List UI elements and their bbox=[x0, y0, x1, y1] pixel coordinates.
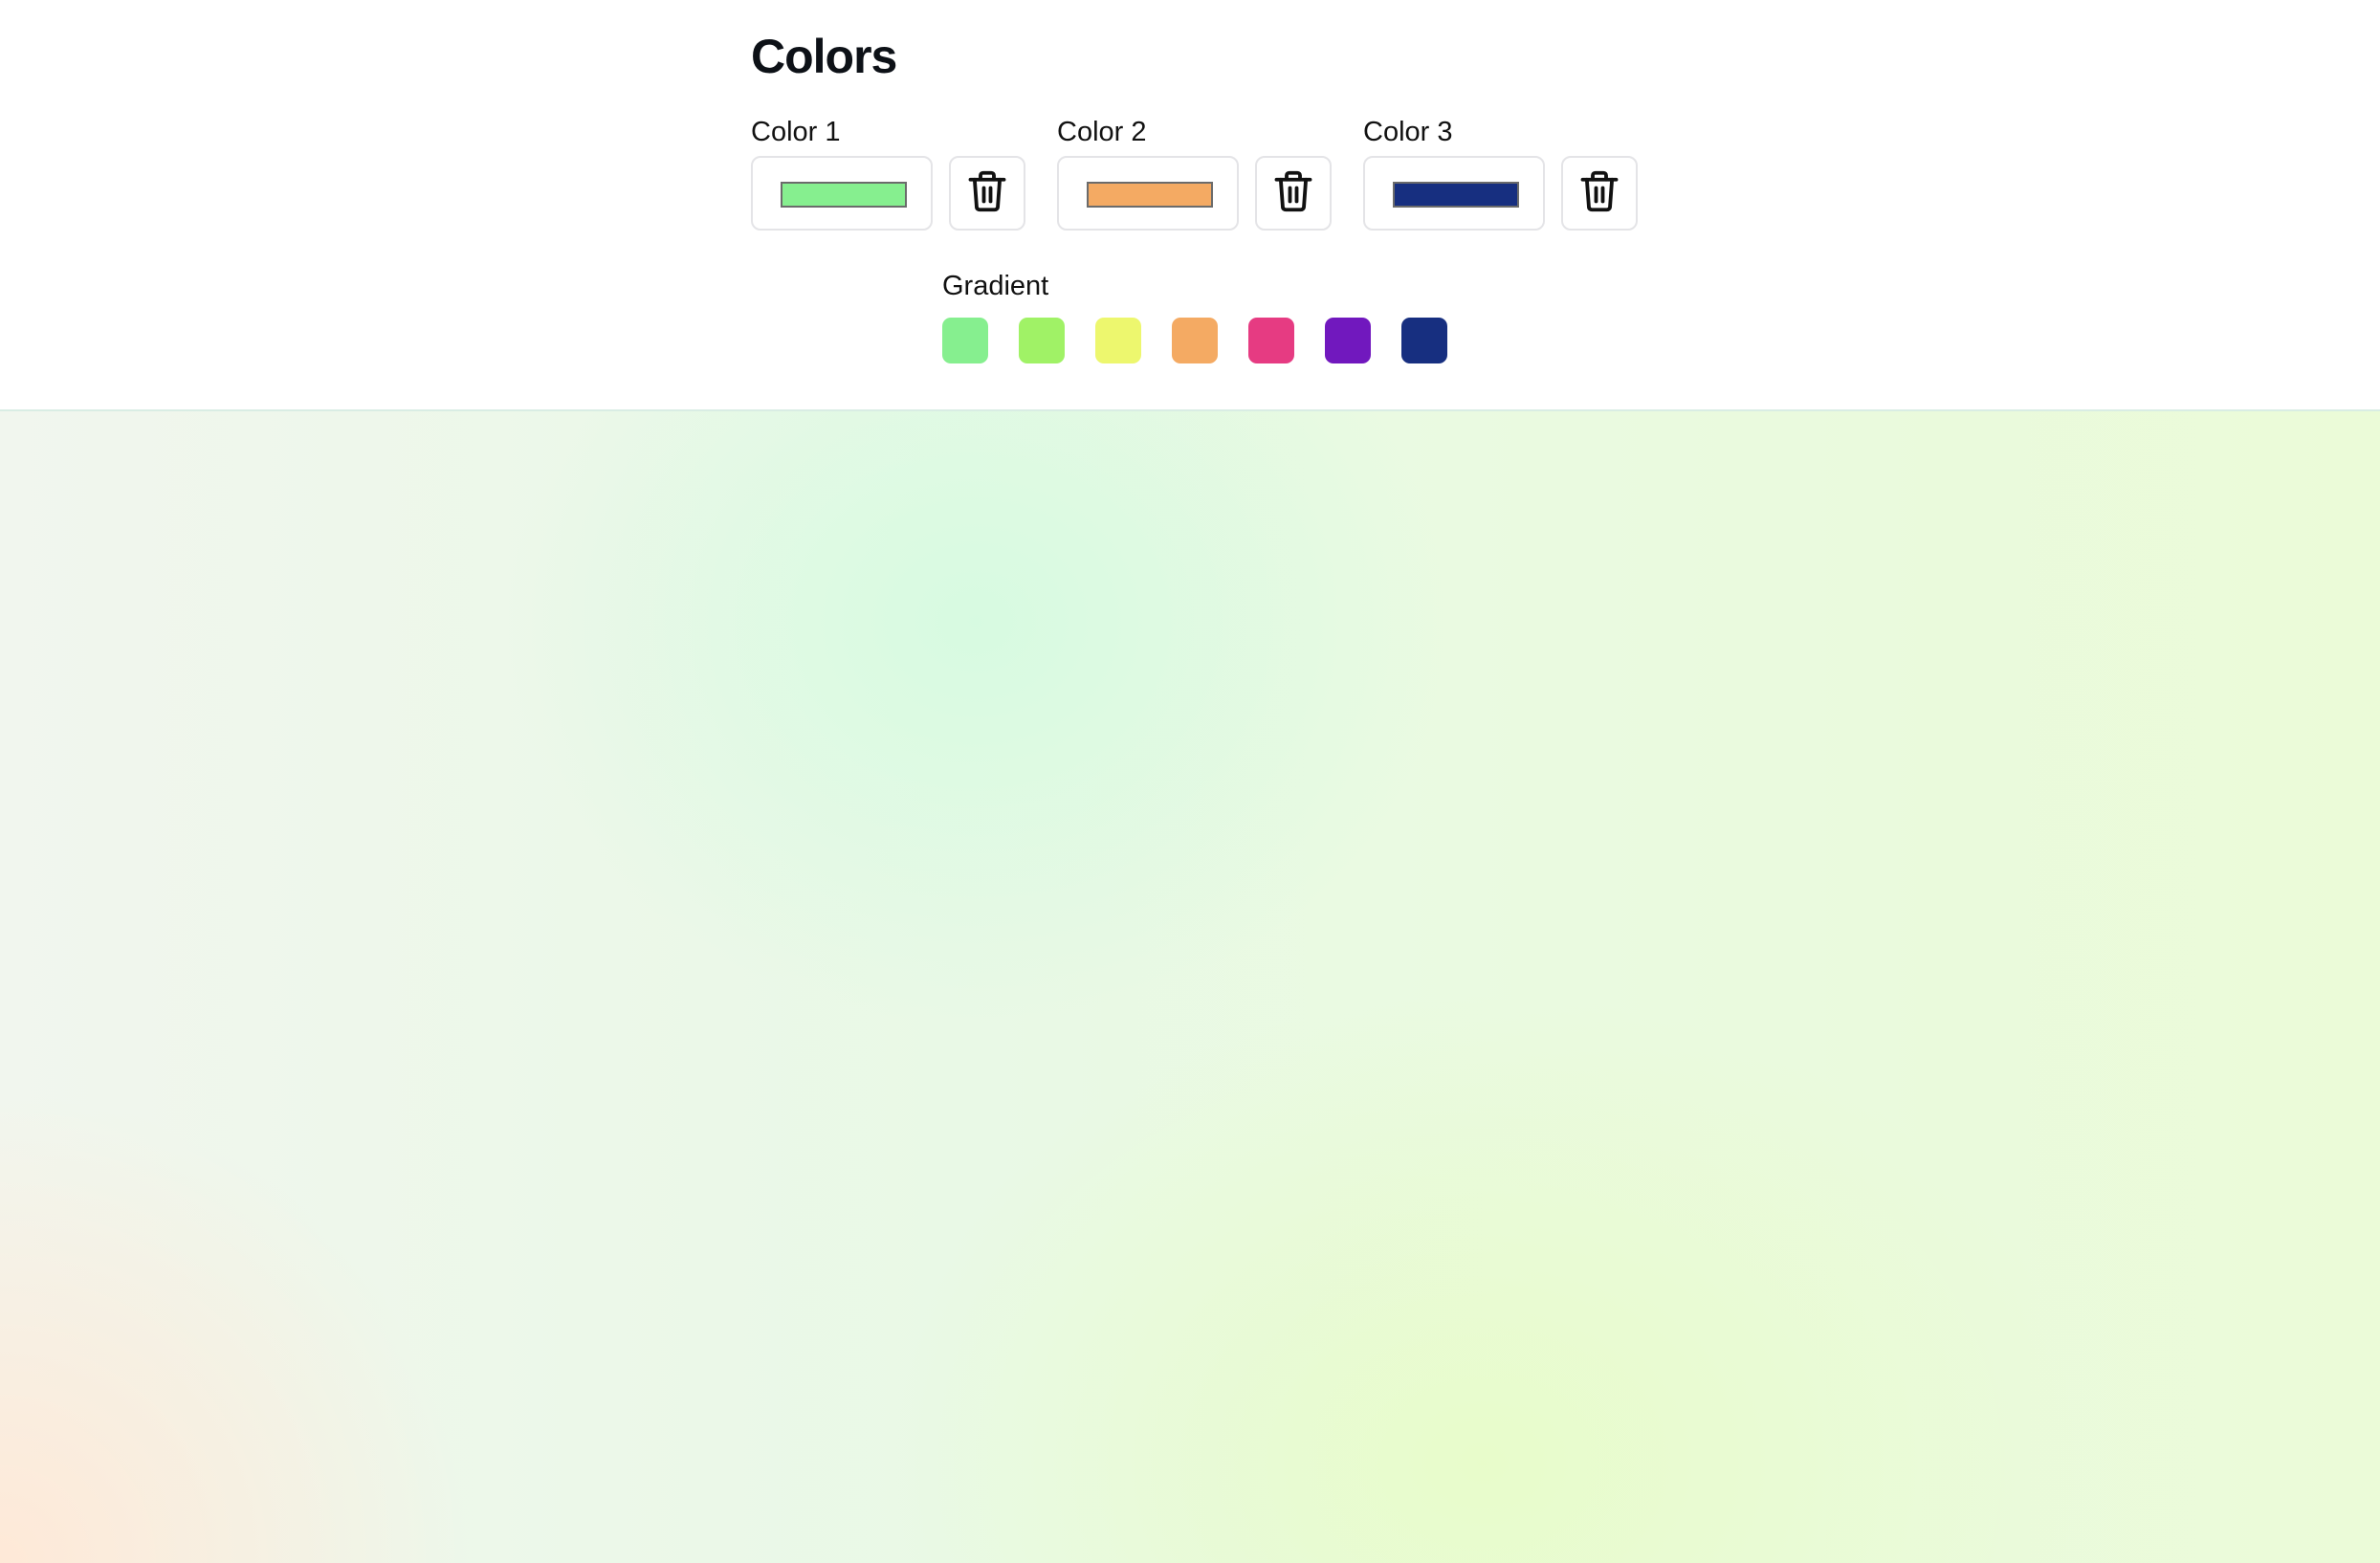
color-1-swatch bbox=[781, 182, 907, 208]
color-3-label: Color 3 bbox=[1363, 117, 1453, 147]
color-1-picker[interactable] bbox=[751, 156, 933, 231]
gradient-swatch bbox=[942, 318, 988, 363]
delete-color-3-button[interactable] bbox=[1561, 156, 1638, 231]
color-1-label: Color 1 bbox=[751, 117, 841, 147]
color-2-group: Color 2 bbox=[1057, 115, 1332, 231]
color-3-picker[interactable] bbox=[1363, 156, 1545, 231]
color-2-label: Color 2 bbox=[1057, 117, 1147, 147]
gradient-label: Gradient bbox=[942, 271, 1049, 301]
gradient-swatch bbox=[1019, 318, 1065, 363]
gradient-background bbox=[0, 411, 2380, 1563]
page-title: Colors bbox=[751, 30, 897, 83]
delete-color-1-button[interactable] bbox=[949, 156, 1025, 231]
color-1-group: Color 1 bbox=[751, 115, 1025, 231]
gradient-swatch bbox=[1401, 318, 1447, 363]
gradient-swatch bbox=[1248, 318, 1294, 363]
trash-icon bbox=[967, 169, 1007, 218]
gradient-swatch bbox=[1095, 318, 1141, 363]
gradient-swatch bbox=[1325, 318, 1371, 363]
color-2-picker[interactable] bbox=[1057, 156, 1239, 231]
delete-color-2-button[interactable] bbox=[1255, 156, 1332, 231]
trash-icon bbox=[1273, 169, 1313, 218]
gradient-swatch bbox=[1172, 318, 1218, 363]
colors-panel: Colors Color 1 Color 2 Color 3 Gradient bbox=[0, 0, 2380, 411]
color-3-group: Color 3 bbox=[1363, 115, 1638, 231]
color-2-swatch bbox=[1087, 182, 1213, 208]
trash-icon bbox=[1579, 169, 1620, 218]
color-3-swatch bbox=[1393, 182, 1519, 208]
